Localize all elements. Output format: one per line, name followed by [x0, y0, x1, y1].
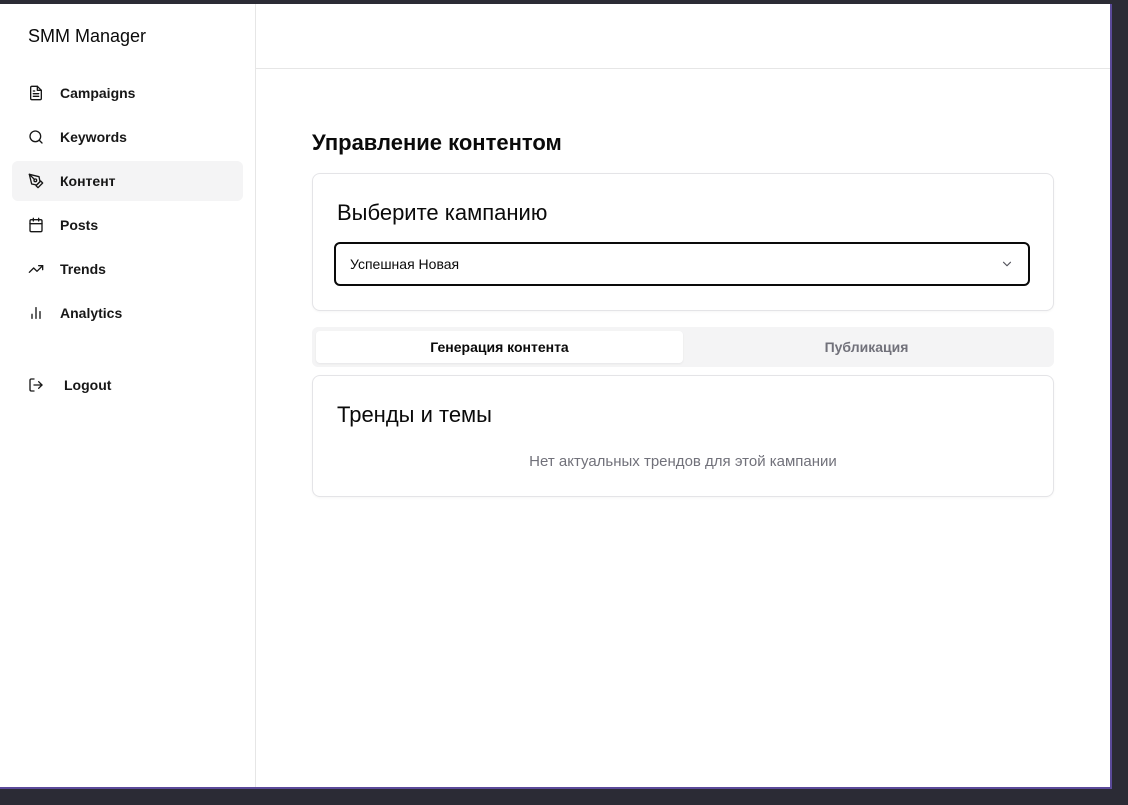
- top-bar: [256, 4, 1110, 69]
- sidebar-item-keywords[interactable]: Keywords: [12, 117, 243, 157]
- campaign-select[interactable]: Успешная Новая: [334, 242, 1030, 286]
- sidebar-item-label: Контент: [60, 173, 116, 189]
- sidebar-item-label: Campaigns: [60, 85, 136, 101]
- trending-up-icon: [28, 261, 44, 277]
- sidebar-item-posts[interactable]: Posts: [12, 205, 243, 245]
- trends-card-title: Тренды и темы: [337, 402, 492, 427]
- campaign-select-value: Успешная Новая: [350, 256, 460, 272]
- logout-button[interactable]: Logout: [28, 365, 111, 405]
- sidebar-item-analytics[interactable]: Analytics: [12, 293, 243, 333]
- sidebar-nav: Campaigns Keywords Контент Posts Trends …: [12, 73, 243, 337]
- trends-empty-message: Нет актуальных трендов для этой кампании: [529, 453, 837, 470]
- logout-label: Logout: [64, 377, 112, 393]
- sidebar-item-label: Keywords: [60, 129, 127, 145]
- sidebar-item-trends[interactable]: Trends: [12, 249, 243, 289]
- document-icon: [28, 85, 44, 101]
- content-tabs: Генерация контента Публикация: [312, 327, 1054, 367]
- sidebar-item-campaigns[interactable]: Campaigns: [12, 73, 243, 113]
- app-window: SMM Manager Campaigns Keywords Контент P…: [0, 4, 1112, 789]
- sidebar: SMM Manager Campaigns Keywords Контент P…: [0, 4, 256, 787]
- sidebar-item-label: Trends: [60, 261, 106, 277]
- trends-card: Тренды и темы Нет актуальных трендов для…: [312, 375, 1054, 497]
- tab-content-generation[interactable]: Генерация контента: [316, 331, 683, 363]
- campaign-select-card: Выберите кампанию Успешная Новая: [312, 173, 1054, 311]
- pen-tool-icon: [28, 173, 44, 189]
- search-icon: [28, 129, 44, 145]
- bar-chart-icon: [28, 305, 44, 321]
- tab-publication[interactable]: Публикация: [683, 331, 1050, 363]
- sidebar-item-content[interactable]: Контент: [12, 161, 243, 201]
- calendar-icon: [28, 217, 44, 233]
- app-brand: SMM Manager: [28, 26, 147, 46]
- logout-icon: [28, 377, 44, 393]
- chevron-down-icon: [1000, 257, 1014, 271]
- sidebar-item-label: Posts: [60, 217, 99, 233]
- campaign-card-title: Выберите кампанию: [337, 200, 548, 225]
- sidebar-item-label: Analytics: [60, 305, 123, 321]
- page-title: Управление контентом: [312, 130, 562, 155]
